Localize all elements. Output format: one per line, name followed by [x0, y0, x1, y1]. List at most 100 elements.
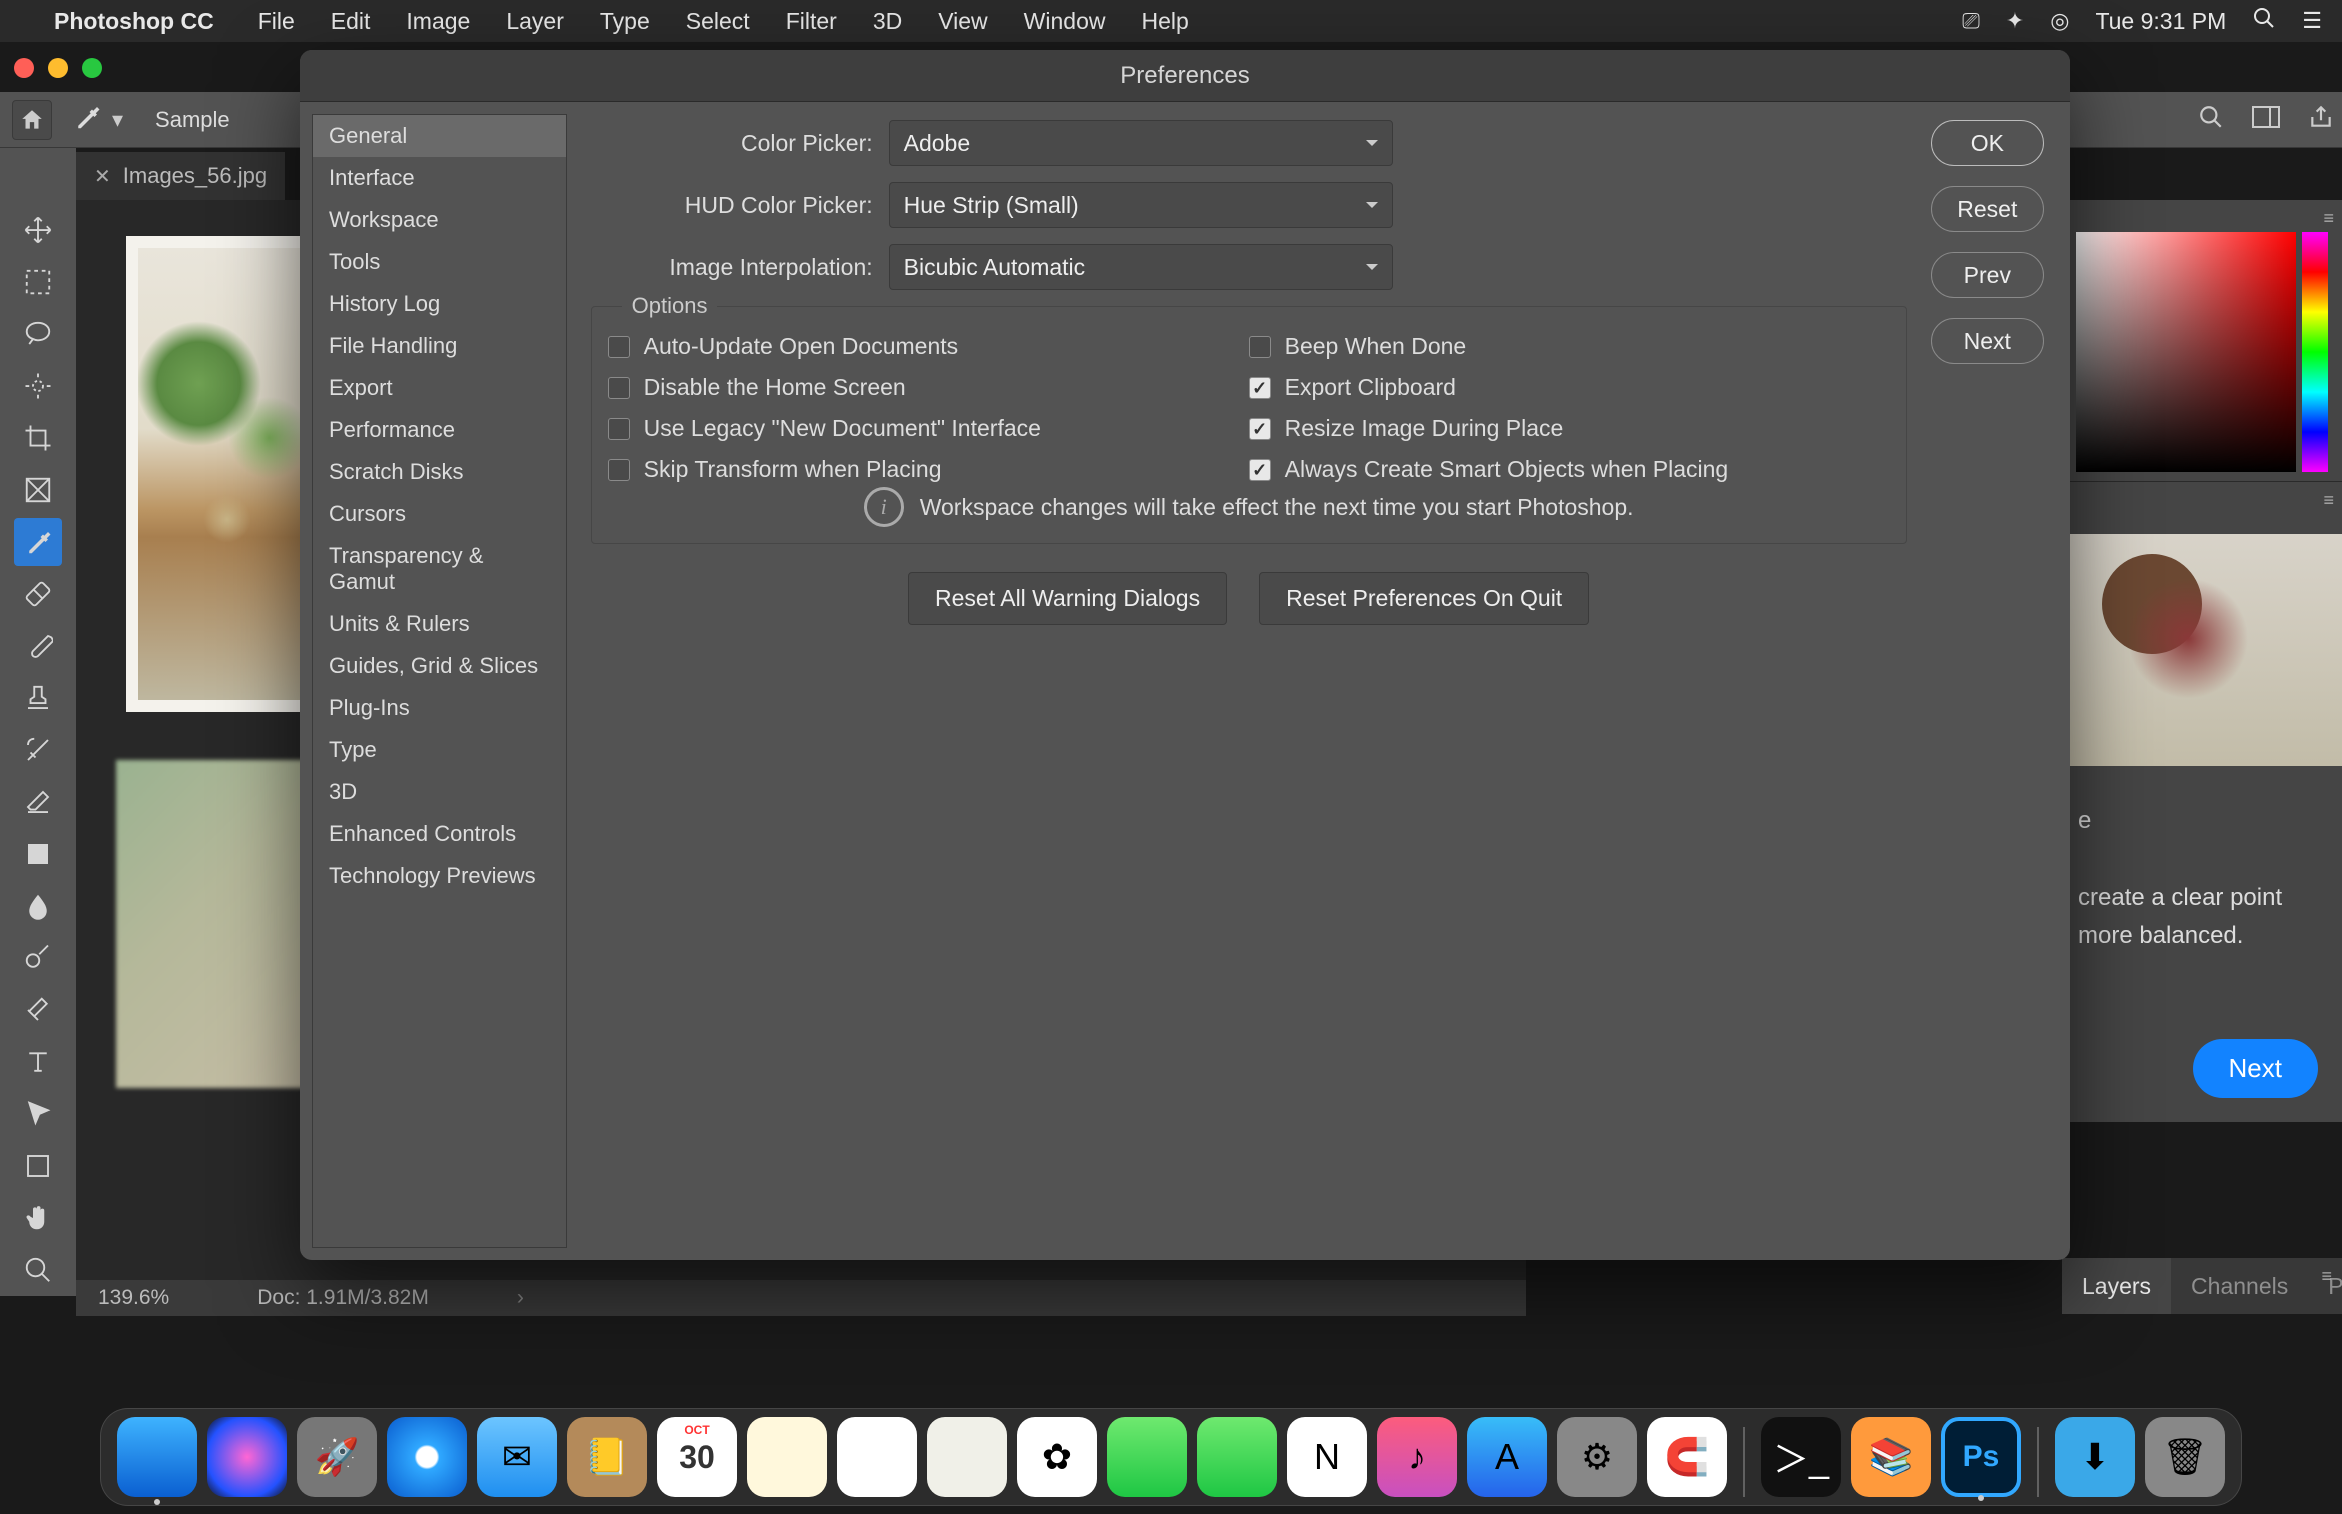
- path-select-tool[interactable]: [14, 1090, 62, 1138]
- menu-layer[interactable]: Layer: [488, 8, 582, 35]
- menu-view[interactable]: View: [920, 8, 1005, 35]
- status-more-icon[interactable]: ›: [517, 1286, 524, 1310]
- pref-item-workspace[interactable]: Workspace: [313, 199, 566, 241]
- dock-appstore[interactable]: A: [1467, 1417, 1547, 1497]
- blur-tool[interactable]: [14, 882, 62, 930]
- gradient-tool[interactable]: [14, 830, 62, 878]
- color-field[interactable]: [2076, 232, 2296, 472]
- shape-tool[interactable]: [14, 1142, 62, 1190]
- pref-item-technology-previews[interactable]: Technology Previews: [313, 855, 566, 897]
- dock-mail[interactable]: ✉︎: [477, 1417, 557, 1497]
- hand-tool[interactable]: [14, 1194, 62, 1242]
- interp-dropdown[interactable]: Bicubic Automatic: [889, 244, 1393, 290]
- prev-button[interactable]: Prev: [1931, 252, 2044, 298]
- dodge-tool[interactable]: [14, 934, 62, 982]
- checkbox-box[interactable]: [1249, 418, 1271, 440]
- pref-item-enhanced-controls[interactable]: Enhanced Controls: [313, 813, 566, 855]
- eyedropper-tool-icon[interactable]: [72, 102, 102, 138]
- dock-reminders[interactable]: [837, 1417, 917, 1497]
- dock-maps[interactable]: [927, 1417, 1007, 1497]
- menu-type[interactable]: Type: [582, 8, 668, 35]
- pref-item-3d[interactable]: 3D: [313, 771, 566, 813]
- dock-contacts[interactable]: 📒: [567, 1417, 647, 1497]
- history-brush-tool[interactable]: [14, 726, 62, 774]
- window-minimize[interactable]: [48, 58, 68, 78]
- healing-tool[interactable]: [14, 570, 62, 618]
- eyedropper-tool[interactable]: [14, 518, 62, 566]
- dock-photoshop[interactable]: Ps: [1941, 1417, 2021, 1497]
- search-icon[interactable]: [2198, 104, 2224, 136]
- pref-item-history-log[interactable]: History Log: [313, 283, 566, 325]
- dock-downloads[interactable]: ⬇︎: [2055, 1417, 2135, 1497]
- hud-dropdown[interactable]: Hue Strip (Small): [889, 182, 1393, 228]
- menu-help[interactable]: Help: [1123, 8, 1206, 35]
- lasso-tool[interactable]: [14, 310, 62, 358]
- menu-image[interactable]: Image: [388, 8, 488, 35]
- dock-news[interactable]: N: [1287, 1417, 1367, 1497]
- checkbox-box[interactable]: [608, 418, 630, 440]
- reset-prefs-button[interactable]: Reset Preferences On Quit: [1259, 572, 1589, 625]
- dock-launchpad[interactable]: 🚀: [297, 1417, 377, 1497]
- menu-edit[interactable]: Edit: [313, 8, 389, 35]
- dock-trash[interactable]: 🗑: [2145, 1417, 2225, 1497]
- checkbox-box[interactable]: [1249, 377, 1271, 399]
- window-close[interactable]: [14, 58, 34, 78]
- tab-channels[interactable]: Channels: [2171, 1258, 2308, 1314]
- share-icon[interactable]: [2308, 104, 2334, 136]
- checkbox-box[interactable]: [608, 336, 630, 358]
- menu-file[interactable]: File: [240, 8, 313, 35]
- checkbox-box[interactable]: [608, 459, 630, 481]
- pref-item-transparency-gamut[interactable]: Transparency & Gamut: [313, 535, 566, 603]
- dock-calendar[interactable]: OCT30: [657, 1417, 737, 1497]
- ok-button[interactable]: OK: [1931, 120, 2044, 166]
- dock-syspref[interactable]: ⚙︎: [1557, 1417, 1637, 1497]
- tab-layers[interactable]: Layers: [2062, 1258, 2171, 1314]
- frame-tool[interactable]: [14, 466, 62, 514]
- panel-menu-icon[interactable]: ≡: [2321, 1266, 2332, 1287]
- reset-warnings-button[interactable]: Reset All Warning Dialogs: [908, 572, 1227, 625]
- menu-window[interactable]: Window: [1006, 8, 1124, 35]
- quick-select-tool[interactable]: [14, 362, 62, 410]
- brush-tool[interactable]: [14, 622, 62, 670]
- learn-next-button[interactable]: Next: [2193, 1039, 2318, 1098]
- home-button[interactable]: [12, 100, 52, 140]
- dock-music[interactable]: ♪: [1377, 1417, 1457, 1497]
- pref-item-type[interactable]: Type: [313, 729, 566, 771]
- control-center-icon[interactable]: ⎚: [1962, 8, 1980, 34]
- checkbox-resize-image-during-place[interactable]: Resize Image During Place: [1249, 415, 1890, 442]
- pref-item-tools[interactable]: Tools: [313, 241, 566, 283]
- reset-button[interactable]: Reset: [1931, 186, 2044, 232]
- stamp-tool[interactable]: [14, 674, 62, 722]
- checkbox-box[interactable]: [608, 377, 630, 399]
- dock-books[interactable]: 📚: [1851, 1417, 1931, 1497]
- checkbox-box[interactable]: [1249, 459, 1271, 481]
- pref-item-file-handling[interactable]: File Handling: [313, 325, 566, 367]
- dock-photos[interactable]: ✿: [1017, 1417, 1097, 1497]
- checkbox-use-legacy-new-document-interface[interactable]: Use Legacy "New Document" Interface: [608, 415, 1249, 442]
- type-tool[interactable]: [14, 1038, 62, 1086]
- pref-item-performance[interactable]: Performance: [313, 409, 566, 451]
- menubar-clock[interactable]: Tue 9:31 PM: [2095, 8, 2226, 35]
- marquee-tool[interactable]: [14, 258, 62, 306]
- dock-magnet[interactable]: 🧲: [1647, 1417, 1727, 1497]
- dock-safari[interactable]: [387, 1417, 467, 1497]
- spotlight-icon[interactable]: [2252, 6, 2276, 36]
- menu-select[interactable]: Select: [668, 8, 768, 35]
- crop-tool[interactable]: [14, 414, 62, 462]
- panel-menu-icon[interactable]: ≡: [2323, 490, 2334, 511]
- checkbox-disable-the-home-screen[interactable]: Disable the Home Screen: [608, 374, 1249, 401]
- dock-facetime[interactable]: [1197, 1417, 1277, 1497]
- checkbox-box[interactable]: [1249, 336, 1271, 358]
- dock-messages[interactable]: [1107, 1417, 1187, 1497]
- panel-menu-icon[interactable]: ≡: [2323, 208, 2334, 229]
- pref-item-interface[interactable]: Interface: [313, 157, 566, 199]
- checkbox-always-create-smart-objects-when-placing[interactable]: Always Create Smart Objects when Placing: [1249, 456, 1890, 483]
- pref-item-export[interactable]: Export: [313, 367, 566, 409]
- document-tab[interactable]: ✕ Images_56.jpg: [76, 152, 285, 200]
- app-name[interactable]: Photoshop CC: [54, 8, 240, 35]
- menu-filter[interactable]: Filter: [768, 8, 855, 35]
- dock-terminal[interactable]: ＞_: [1761, 1417, 1841, 1497]
- pref-item-plug-ins[interactable]: Plug-Ins: [313, 687, 566, 729]
- move-tool[interactable]: [14, 206, 62, 254]
- pref-item-cursors[interactable]: Cursors: [313, 493, 566, 535]
